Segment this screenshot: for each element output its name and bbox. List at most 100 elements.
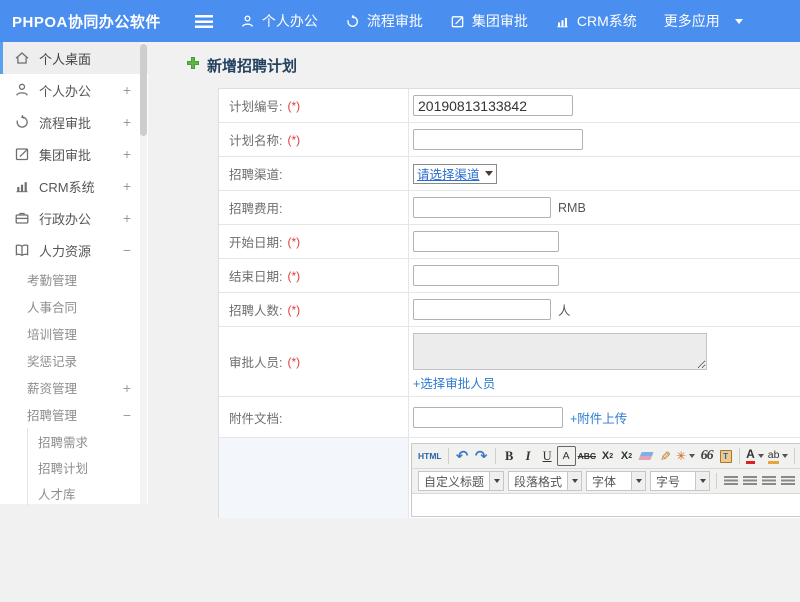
caret-down-icon [695,472,710,490]
format-a-button[interactable]: A [556,446,576,466]
bold-button[interactable]: B [500,446,519,466]
recruit-cost-input[interactable] [413,197,551,218]
sidebar-item-reward-punishment[interactable]: 奖惩记录 [0,347,148,374]
sidebar-sublist-recruit: 招聘需求 招聘计划 人才库 [27,428,148,506]
collapse-toggle[interactable]: − [120,242,134,258]
sidebar-item-human-resources[interactable]: 人力资源 − [0,234,148,266]
redo-icon[interactable]: ↷ [472,446,491,466]
align-right-icon [761,475,776,487]
strikethrough-button[interactable]: ABC [576,446,598,466]
required-marker: (*) [287,354,301,369]
expand-toggle[interactable]: + [120,146,134,162]
sidebar-item-label: 流程审批 [39,115,92,131]
highlight-color-button[interactable]: ab [766,446,791,466]
superscript-button[interactable]: X2 [598,446,617,466]
sidebar-item-talent-pool[interactable]: 人才库 [28,480,148,506]
start-date-input[interactable] [413,231,559,252]
subscript-button[interactable]: X2 [617,446,636,466]
sidebar-item-admin-office[interactable]: 行政办公 + [0,202,148,234]
expand-toggle[interactable]: + [120,82,134,98]
form-row-end-date: 结束日期: (*) [219,259,800,293]
underline-button[interactable]: U [538,446,557,466]
sidebar-item-salary-mgmt[interactable]: 薪资管理 + [0,374,148,401]
nav-item-crm-system[interactable]: CRM系统 [555,11,637,31]
sidebar-item-personal-office[interactable]: 个人办公 + [0,74,148,106]
sidebar-item-crm-system[interactable]: CRM系统 + [0,170,148,202]
italic-button[interactable]: I [519,446,538,466]
sidebar-item-group-approval[interactable]: 集团审批 + [0,138,148,170]
caret-down-icon [567,472,582,490]
collapse-toggle[interactable]: − [120,407,134,423]
sidebar-item-label: 人力资源 [39,243,92,259]
channel-select[interactable]: 请选择渠道 [413,163,497,184]
nav-item-workflow-approval[interactable]: 流程审批 [345,11,423,31]
required-marker: (*) [287,132,301,147]
nav-item-group-approval[interactable]: 集团审批 [450,11,528,31]
sidebar-item-personal-desktop[interactable]: 个人桌面 [0,42,148,74]
align-center-button[interactable] [740,471,759,491]
remove-format-button[interactable] [636,446,655,466]
align-left-button[interactable] [721,471,740,491]
sidebar-item-recruit-plan[interactable]: 招聘计划 [28,454,148,480]
expand-toggle[interactable]: + [120,114,134,130]
align-right-button[interactable] [759,471,778,491]
nav-item-more-apps[interactable]: 更多应用 [664,11,743,31]
sidebar-item-label: CRM系统 [39,179,95,195]
book-icon [14,242,30,258]
attachment-upload-link[interactable]: +附件上传 [570,408,627,427]
caret-down-icon [689,454,696,458]
sidebar-item-recruit-demand[interactable]: 招聘需求 [28,428,148,454]
caret-down-icon [782,454,789,458]
wand-icon: ✳ [676,449,687,463]
paste-button[interactable]: T [716,446,735,466]
end-date-input[interactable] [413,265,559,286]
caret-down-icon [631,472,646,490]
form-row-recruit-channel: 招聘渠道: 请选择渠道 [219,157,800,191]
top-navbar: PHPOA协同办公软件 个人办公 流程审批 集团审批 CRM系统 更多应用 [0,0,800,42]
custom-heading-select[interactable]: 自定义标题 [418,471,505,491]
attachment-input[interactable] [413,406,563,428]
field-label: 开始日期: (*) [219,225,409,258]
quick-format-button[interactable]: ✳ [674,446,697,466]
unit-label: RMB [558,200,586,215]
sidebar-item-hr-contract[interactable]: 人事合同 [0,293,148,320]
undo-icon[interactable]: ↶ [453,446,472,466]
font-family-select[interactable]: 字体 [586,471,647,491]
paragraph-format-select[interactable]: 段落格式 [508,471,583,491]
justify-button[interactable] [778,471,797,491]
format-painter-button[interactable]: ✎ [655,447,675,466]
html-source-button[interactable]: HTML [416,446,444,466]
sidebar-item-label: 考勤管理 [27,274,78,288]
font-color-button[interactable]: A [744,446,766,466]
select-approvers-link[interactable]: +选择审批人员 [413,373,495,392]
expand-toggle[interactable]: + [120,210,134,226]
approvers-textarea[interactable] [413,333,707,370]
channel-select-value: 请选择渠道 [417,168,480,182]
expand-toggle[interactable]: + [120,178,134,194]
nav-item-label: CRM系统 [576,13,637,29]
field-label: 计划名称: (*) [219,123,409,156]
app-brand: PHPOA协同办公软件 [12,13,161,31]
headcount-input[interactable] [413,299,551,320]
editor-content[interactable] [412,494,800,516]
sidebar-item-training-mgmt[interactable]: 培训管理 [0,320,148,347]
hamburger-menu-icon[interactable] [194,14,213,28]
blockquote-button[interactable]: 66 [697,446,716,466]
sidebar-item-workflow-approval[interactable]: 流程审批 + [0,106,148,138]
font-size-select[interactable]: 字号 [650,471,711,491]
recruit-plan-form: 计划编号: (*) 计划名称: (*) 招聘渠道: 请选择渠道 [218,88,800,518]
nav-item-label: 集团审批 [471,13,528,29]
sidebar-item-recruit-mgmt[interactable]: 招聘管理 − [0,401,148,428]
plan-name-input[interactable] [413,129,583,150]
expand-toggle[interactable]: + [120,380,134,396]
nav-item-personal-office[interactable]: 个人办公 [240,11,318,31]
sidebar: 个人桌面 个人办公 + 流程审批 + 集团审批 + CRM系统 + 行政办公 +… [0,42,148,506]
plan-number-input[interactable] [413,95,573,116]
sidebar-scrollbar-thumb[interactable] [140,44,147,136]
sidebar-item-label: 招聘管理 [27,409,78,423]
sidebar-item-label: 培训管理 [27,328,78,342]
sidebar-item-attendance-mgmt[interactable]: 考勤管理 [0,266,148,293]
sidebar-item-label: 薪资管理 [27,382,78,396]
form-row-plan-number: 计划编号: (*) [219,89,800,123]
eraser-icon [637,452,654,460]
